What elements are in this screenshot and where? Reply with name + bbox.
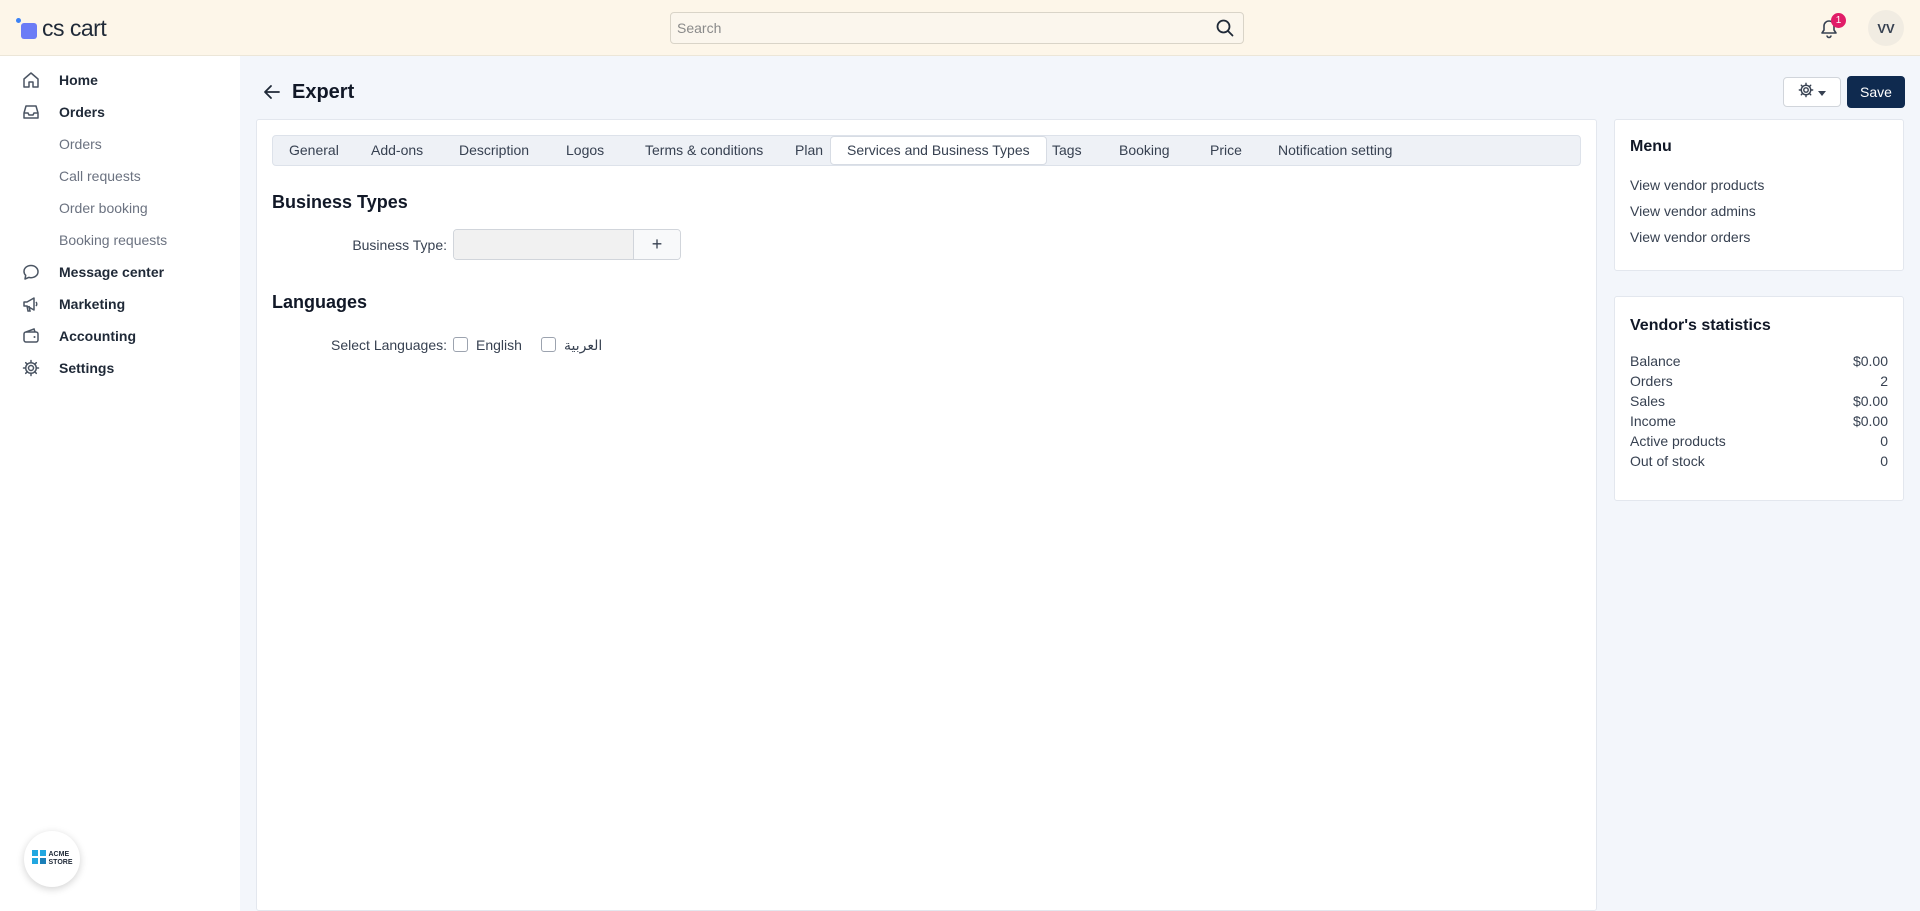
english-label: English <box>476 337 522 353</box>
menu-panel: Menu View vendor products View vendor ad… <box>1614 119 1904 271</box>
view-vendor-products-link[interactable]: View vendor products <box>1630 177 1764 193</box>
tab-general[interactable]: General <box>273 137 355 164</box>
gear-icon <box>1798 82 1814 103</box>
store-switcher-badge[interactable]: ACME STORE <box>24 831 80 887</box>
sidebar-item-marketing[interactable]: Marketing <box>0 290 240 318</box>
gear-icon <box>22 359 40 377</box>
stat-row-orders: Orders 2 <box>1630 373 1888 389</box>
tab-services-business-types[interactable]: Services and Business Types <box>830 136 1047 165</box>
search-icon[interactable] <box>1207 13 1243 43</box>
languages-heading: Languages <box>272 292 368 312</box>
stat-row-income: Income $0.00 <box>1630 413 1888 429</box>
stat-row-sales: Sales $0.00 <box>1630 393 1888 409</box>
business-type-picker: + <box>453 229 681 260</box>
sidebar-subitem-call-requests[interactable]: Call requests <box>59 164 141 188</box>
notification-count-badge: 1 <box>1831 13 1846 28</box>
search-input[interactable] <box>671 13 1207 43</box>
tab-description[interactable]: Description <box>443 137 545 164</box>
page-title: Expert <box>292 81 355 103</box>
sidebar-subitem-order-booking[interactable]: Order booking <box>59 196 148 220</box>
save-button[interactable]: Save <box>1847 76 1905 108</box>
tab-booking[interactable]: Booking <box>1103 137 1186 164</box>
inbox-icon <box>22 103 40 121</box>
tab-logos[interactable]: Logos <box>550 137 620 164</box>
tab-price[interactable]: Price <box>1194 137 1258 164</box>
stat-row-out-of-stock: Out of stock 0 <box>1630 453 1888 469</box>
business-type-field[interactable] <box>454 230 634 259</box>
sidebar-item-home[interactable]: Home <box>0 66 240 94</box>
sidebar-subitem-orders[interactable]: Orders <box>59 132 102 156</box>
back-arrow-icon[interactable] <box>262 82 282 102</box>
tab-terms-conditions[interactable]: Terms & conditions <box>629 137 779 164</box>
business-types-heading: Business Types <box>272 192 408 212</box>
menu-panel-title: Menu <box>1630 138 1672 155</box>
store-name-line1: ACME <box>48 851 70 858</box>
settings-dropdown-button[interactable] <box>1783 77 1841 107</box>
arabic-checkbox[interactable] <box>541 337 556 352</box>
tab-tags[interactable]: Tags <box>1036 137 1098 164</box>
vendor-statistics-panel: Vendor's statistics Balance $0.00 Orders 2… <box>1614 296 1904 501</box>
store-name-line2: STORE <box>48 859 73 866</box>
select-languages-label: Select Languages: <box>331 337 447 353</box>
business-type-label: Business Type: <box>352 237 447 253</box>
view-vendor-admins-link[interactable]: View vendor admins <box>1630 203 1756 219</box>
arabic-label: العربية <box>564 337 603 353</box>
logo-text: cs cart <box>42 14 107 41</box>
tab-add-ons[interactable]: Add-ons <box>355 137 439 164</box>
logo-icon <box>16 17 38 39</box>
english-checkbox[interactable] <box>453 337 468 352</box>
wallet-icon <box>22 327 40 345</box>
sidebar-item-settings[interactable]: Settings <box>0 354 240 382</box>
top-bar: cs cart 1 VV <box>0 0 1920 56</box>
vendor-statistics-title: Vendor's statistics <box>1630 317 1771 334</box>
main-panel: General Add-ons Description Logos Terms … <box>256 119 1597 911</box>
view-vendor-orders-link[interactable]: View vendor orders <box>1630 229 1750 245</box>
user-avatar[interactable]: VV <box>1868 10 1904 46</box>
sidebar-item-orders[interactable]: Orders <box>0 98 240 126</box>
sidebar-subitem-booking-requests[interactable]: Booking requests <box>59 228 167 252</box>
add-business-type-button[interactable]: + <box>634 230 680 259</box>
cs-cart-logo[interactable]: cs cart <box>16 14 107 42</box>
search-box <box>670 12 1244 44</box>
tab-bar: General Add-ons Description Logos Terms … <box>272 135 1581 166</box>
home-icon <box>22 71 40 89</box>
notifications-bell-icon[interactable]: 1 <box>1818 13 1846 42</box>
megaphone-icon <box>22 295 40 313</box>
sidebar-item-accounting[interactable]: Accounting <box>0 322 240 350</box>
tab-notification-setting[interactable]: Notification setting <box>1262 137 1408 164</box>
chat-icon <box>22 263 40 281</box>
caret-down-icon <box>1818 83 1826 101</box>
sidebar: Home Orders Orders Call requests Order b… <box>0 56 240 911</box>
stat-row-active-products: Active products 0 <box>1630 433 1888 449</box>
sidebar-item-message-center[interactable]: Message center <box>0 258 240 286</box>
stat-row-balance: Balance $0.00 <box>1630 353 1888 369</box>
store-logo-icon <box>31 849 46 869</box>
